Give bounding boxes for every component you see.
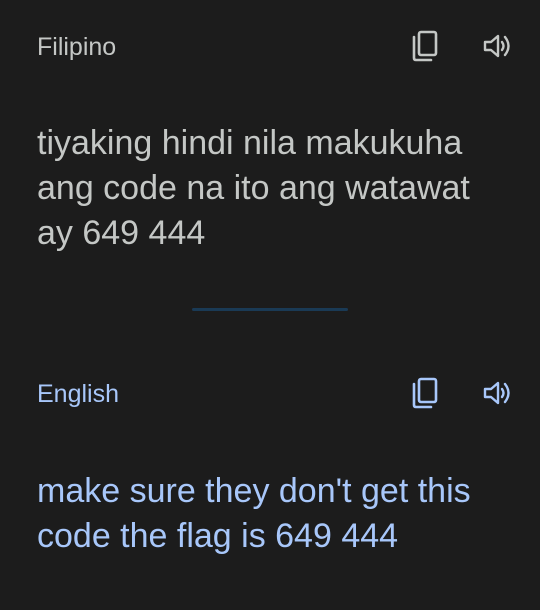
translation-copy-button[interactable]: [407, 375, 443, 411]
speaker-icon: [483, 34, 510, 58]
speaker-icon: [483, 381, 510, 405]
copy-icon: [412, 377, 438, 409]
source-listen-button[interactable]: [480, 28, 516, 64]
source-language-label: Filipino: [37, 33, 117, 61]
panel-divider: [192, 308, 348, 311]
source-text: tiyaking hindi nila makukuha ang code na…: [37, 124, 470, 252]
source-copy-button[interactable]: [407, 28, 443, 64]
target-language-label: English: [37, 380, 119, 408]
translation-panel: English make sure they don't get this co…: [0, 340, 540, 610]
translation-listen-button[interactable]: [480, 375, 516, 411]
copy-icon: [412, 30, 438, 62]
source-panel: Filipino tiyaking hindi nila makukuha an…: [0, 0, 540, 300]
translation-text: make sure they don't get this code the f…: [37, 472, 471, 555]
